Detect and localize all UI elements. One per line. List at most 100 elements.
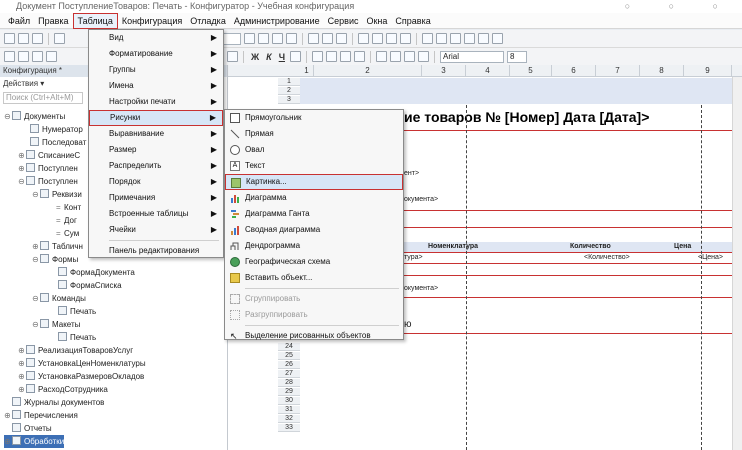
highlight-icon[interactable]	[354, 51, 366, 62]
row-header[interactable]: 26	[278, 361, 300, 369]
row-header[interactable]: 3	[278, 96, 300, 104]
menu-help[interactable]: Справка	[391, 13, 434, 29]
row-header[interactable]: 2	[278, 87, 300, 95]
step-into-icon[interactable]	[422, 33, 433, 44]
delete-row-icon[interactable]	[227, 51, 238, 62]
find-prev-icon[interactable]	[272, 33, 283, 44]
open-icon[interactable]	[18, 33, 29, 44]
row-header[interactable]: 33	[278, 424, 300, 432]
justify-icon[interactable]	[418, 51, 430, 62]
column-header[interactable]: 7	[596, 65, 640, 77]
menu-edit[interactable]: Правка	[34, 13, 72, 29]
tree-item[interactable]: Отчеты	[4, 422, 52, 435]
window-icon[interactable]	[478, 33, 489, 44]
tree-item[interactable]: = Сум	[56, 227, 79, 240]
column-header[interactable]: 8	[640, 65, 684, 77]
tree-item[interactable]: = Дог	[56, 214, 77, 227]
run-icon[interactable]	[358, 33, 369, 44]
menu-administration[interactable]: Администрирование	[230, 13, 324, 29]
debug-icon[interactable]	[372, 33, 383, 44]
step-icon[interactable]	[400, 33, 411, 44]
menu-table[interactable]: Таблица	[72, 12, 118, 29]
row-header[interactable]: 31	[278, 406, 300, 414]
menu-item-groups[interactable]: Группы ▶	[89, 62, 223, 78]
menu-file[interactable]: Файл	[4, 13, 34, 29]
menu-item-geo-scheme[interactable]: Географическая схема	[225, 254, 403, 270]
settings-icon[interactable]	[492, 33, 503, 44]
tree-item[interactable]: ⊖ Реквизи	[32, 188, 82, 201]
align-left-icon[interactable]	[376, 51, 388, 62]
menu-item-dendrogram[interactable]: Дендрограмма	[225, 238, 403, 254]
cut-icon[interactable]	[54, 33, 65, 44]
tree-item[interactable]: ⊕ Табличн	[32, 240, 83, 253]
column-header[interactable]: 4	[466, 65, 510, 77]
menu-item-rectangle[interactable]: Прямоугольник	[225, 110, 403, 126]
bold-button[interactable]: Ж	[249, 52, 261, 62]
align-right-icon[interactable]	[404, 51, 416, 62]
info-icon[interactable]	[336, 33, 347, 44]
tree-item[interactable]: ⊕ УстановкаРазмеровОкладов	[18, 370, 144, 383]
column-header[interactable]: 2	[314, 65, 422, 77]
tree-item[interactable]: ⊕ Обработки	[4, 435, 65, 448]
tree-item[interactable]: ФормаСписка	[58, 279, 122, 292]
menu-debug[interactable]: Отладка	[186, 13, 230, 29]
query-constructor-icon[interactable]	[322, 33, 333, 44]
menu-item-edit-panel[interactable]: Панель редактирования	[89, 243, 223, 259]
row-header[interactable]: 27	[278, 370, 300, 378]
tree-item[interactable]: Журналы документов	[4, 396, 104, 409]
tree-item[interactable]: ⊖ Макеты	[32, 318, 80, 331]
menu-item-alignment[interactable]: Выравнивание ▶	[89, 126, 223, 142]
step-over-icon[interactable]	[436, 33, 447, 44]
menu-item-names[interactable]: Имена ▶	[89, 78, 223, 94]
menu-item-line[interactable]: Прямая	[225, 126, 403, 142]
column-header[interactable]: 6	[552, 65, 596, 77]
find-next-icon[interactable]	[258, 33, 269, 44]
column-header[interactable]: 3	[422, 65, 466, 77]
row-header[interactable]: 24	[278, 343, 300, 351]
split-icon[interactable]	[46, 51, 57, 62]
menu-item-notes[interactable]: Примечания ▶	[89, 190, 223, 206]
tree-item[interactable]: ⊕ РеализацияТоваровУслуг	[18, 344, 133, 357]
fill-color-icon[interactable]	[326, 51, 338, 62]
menu-item-picture[interactable]: Картинка...	[225, 174, 403, 190]
font-size-select[interactable]: 8	[507, 50, 528, 63]
tree-item[interactable]: ⊕ СписаниеС	[18, 149, 80, 162]
table-icon[interactable]	[18, 51, 29, 62]
menu-item-cells[interactable]: Ячейки ▶	[89, 222, 223, 238]
menu-item-chart[interactable]: Диаграмма	[225, 190, 403, 206]
menu-configuration[interactable]: Конфигурация	[118, 13, 186, 29]
tree-item[interactable]: ⊕ УстановкаЦенНоменклатуры	[18, 357, 146, 370]
italic-button[interactable]: К	[264, 52, 274, 62]
menu-item-order[interactable]: Порядок ▶	[89, 174, 223, 190]
menu-item-size[interactable]: Размер ▶	[89, 142, 223, 158]
menu-item-group[interactable]: Сгруппировать	[225, 291, 403, 307]
merge-icon[interactable]	[32, 51, 43, 62]
menu-item-formatting[interactable]: Форматирование ▶	[89, 46, 223, 62]
tree-item[interactable]: ⊕ Перечисления	[4, 409, 78, 422]
menu-item-pivot-chart[interactable]: Сводная диаграмма	[225, 222, 403, 238]
search-input[interactable]: Поиск (Ctrl+Alt+M)	[3, 92, 83, 104]
tree-item[interactable]: = Конт	[56, 201, 81, 214]
tree-item-documents[interactable]: ⊖ Документы	[4, 110, 65, 123]
column-header[interactable]: 5	[510, 65, 552, 77]
grid-icon[interactable]	[4, 51, 15, 62]
tree-item[interactable]: Печать	[58, 331, 96, 344]
menu-item-text[interactable]: A Текст	[225, 158, 403, 174]
align-center-icon[interactable]	[390, 51, 402, 62]
menu-item-gantt[interactable]: Диаграмма Ганта	[225, 206, 403, 222]
menu-item-insert-object[interactable]: Вставить объект...	[225, 270, 403, 286]
menu-windows[interactable]: Окна	[362, 13, 391, 29]
font-select[interactable]: Arial	[440, 50, 505, 63]
text-style-icon[interactable]	[290, 51, 302, 62]
menu-item-ungroup[interactable]: Разгруппировать	[225, 307, 403, 323]
menu-item-oval[interactable]: Овал	[225, 142, 403, 158]
tree-item[interactable]: ⊖ Команды	[32, 292, 86, 305]
row-header[interactable]: 28	[278, 379, 300, 387]
row-header[interactable]: 25	[278, 352, 300, 360]
replace-icon[interactable]	[286, 33, 297, 44]
menu-item-embedded-tables[interactable]: Встроенные таблицы ▶	[89, 206, 223, 222]
tree-item[interactable]: ФормаДокумента	[58, 266, 135, 279]
menu-item-pictures[interactable]: Рисунки ▶	[89, 110, 223, 126]
menu-item-print-settings[interactable]: Настройки печати ▶	[89, 94, 223, 110]
font-color-icon[interactable]	[340, 51, 352, 62]
